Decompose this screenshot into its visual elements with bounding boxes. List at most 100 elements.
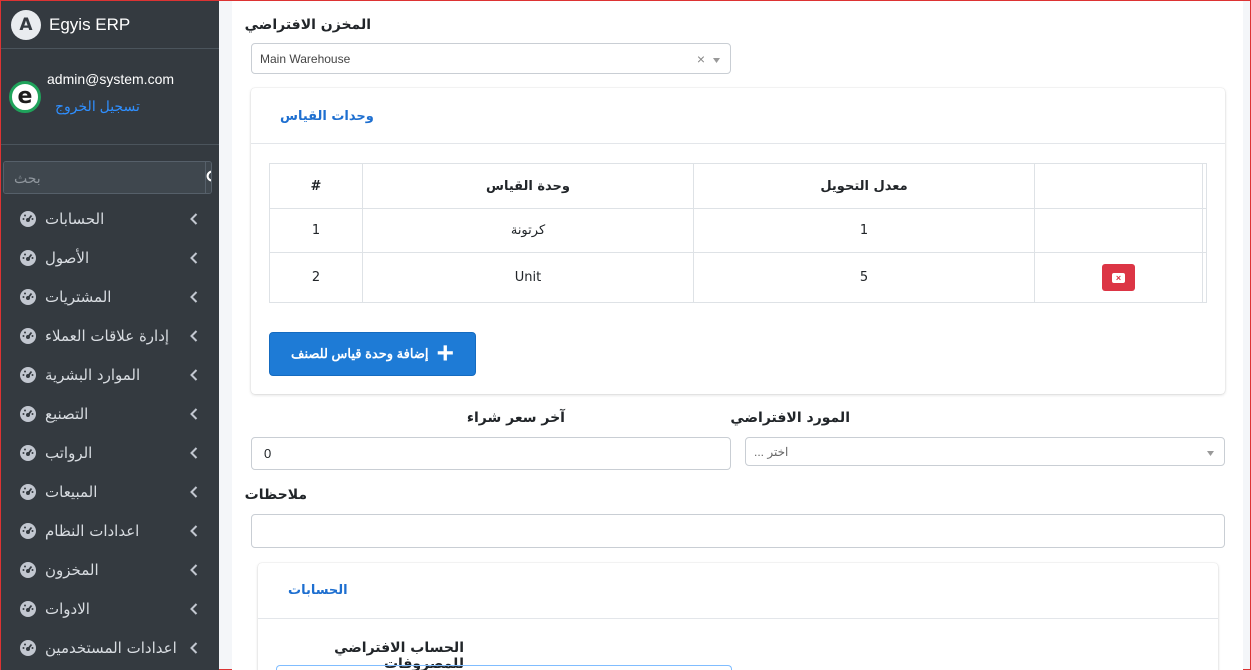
chevron-left-icon	[190, 407, 198, 420]
accounts-card-title[interactable]: الحسابات	[288, 583, 348, 598]
default-expense-account-select[interactable]	[276, 665, 732, 670]
row-spacer	[1202, 208, 1207, 253]
sidebar-item-label: إدارة علاقات العملاء	[45, 326, 170, 345]
logout-link[interactable]: تسجيل الخروج	[55, 98, 140, 115]
chevron-down-icon	[1207, 445, 1214, 459]
dashboard-icon	[20, 366, 36, 383]
sidebar-item-label: المبيعات	[45, 482, 98, 501]
sidebar-item-9[interactable]: المخزون	[1, 550, 219, 589]
table-row: 1 كرتونة 1	[269, 208, 1207, 253]
chevron-left-icon	[190, 602, 198, 615]
default-supplier-select[interactable]: ... اختر	[745, 437, 1225, 466]
row-actions	[1034, 208, 1203, 253]
dashboard-icon	[20, 327, 36, 344]
row-actions: ×	[1034, 252, 1203, 303]
chevron-left-icon	[190, 641, 198, 654]
row-rate: 5	[693, 252, 1035, 303]
search-icon	[206, 170, 211, 182]
dashboard-icon	[20, 405, 36, 422]
sidebar-item-label: اعدادات النظام	[45, 521, 140, 540]
dashboard-icon	[20, 522, 36, 539]
avatar: e	[9, 81, 41, 113]
dashboard-icon	[20, 210, 36, 227]
row-rate: 1	[693, 208, 1035, 253]
default-supplier-placeholder: ... اختر	[754, 444, 789, 459]
row-unit: كرتونة	[362, 208, 694, 253]
chevron-left-icon	[190, 446, 198, 459]
header-actions	[1034, 163, 1203, 209]
units-card-title[interactable]: وحدات القياس	[280, 109, 374, 124]
sidebar-item-label: الادوات	[45, 599, 90, 618]
user-email: admin@system.com	[47, 71, 175, 87]
header-spacer	[1202, 163, 1207, 209]
brand[interactable]: A Egyis ERP	[1, 1, 219, 49]
last-purchase-price-input[interactable]: 0	[251, 437, 731, 470]
delete-row-button[interactable]: ×	[1102, 264, 1135, 291]
brand-logo: A	[11, 9, 41, 40]
main-content: المخزن الافتراضي Main Warehouse × وحدات …	[232, 1, 1243, 670]
sidebar-item-label: الرواتب	[45, 443, 93, 462]
user-panel: e admin@system.com تسجيل الخروج	[1, 49, 219, 145]
dashboard-icon	[20, 288, 36, 305]
add-unit-button[interactable]: إضافة وحدة قياس للصنف +	[269, 332, 476, 376]
sidebar-item-3[interactable]: إدارة علاقات العملاء	[1, 316, 219, 355]
default-warehouse-label: المخزن الافتراضي	[244, 17, 371, 33]
row-index: 1	[269, 208, 363, 253]
header-index: #	[269, 163, 363, 209]
units-card-header: وحدات القياس	[251, 88, 1225, 144]
sidebar-item-8[interactable]: اعدادات النظام	[1, 511, 219, 550]
sidebar-item-label: اعدادات المستخدمين	[45, 638, 177, 657]
notes-label: ملاحظات	[244, 487, 307, 503]
sidebar-item-label: التصنيع	[45, 404, 89, 423]
default-warehouse-value: Main Warehouse	[260, 51, 351, 66]
row-spacer	[1202, 252, 1207, 303]
accounts-card-header: الحسابات	[258, 563, 1218, 619]
chevron-down-icon	[713, 52, 720, 66]
sidebar-item-10[interactable]: الادوات	[1, 589, 219, 628]
sidebar: A Egyis ERP e admin@system.com تسجيل الخ…	[1, 1, 219, 670]
units-table: # وحدة القياس معدل التحويل 1 كرتونة 1 2	[269, 163, 1207, 303]
header-rate: معدل التحويل	[693, 163, 1035, 209]
sidebar-item-2[interactable]: المشتريات	[1, 277, 219, 316]
default-warehouse-select[interactable]: Main Warehouse ×	[251, 43, 731, 74]
sidebar-nav: الحسابات الأصول المشتريات إدارة علاقات العم…	[1, 199, 219, 667]
table-header-row: # وحدة القياس معدل التحويل	[269, 163, 1207, 209]
chevron-left-icon	[190, 251, 198, 264]
plus-icon: +	[436, 337, 454, 370]
sidebar-item-7[interactable]: المبيعات	[1, 472, 219, 511]
dashboard-icon	[20, 600, 36, 617]
sidebar-item-11[interactable]: اعدادات المستخدمين	[1, 628, 219, 667]
header-unit: وحدة القياس	[362, 163, 694, 209]
sidebar-search	[3, 161, 212, 194]
sidebar-item-label: الحسابات	[45, 209, 105, 228]
sidebar-item-6[interactable]: الرواتب	[1, 433, 219, 472]
row-index: 2	[269, 252, 363, 303]
sidebar-item-4[interactable]: الموارد البشرية	[1, 355, 219, 394]
chevron-left-icon	[190, 485, 198, 498]
brand-name: Egyis ERP	[49, 14, 131, 34]
notes-input[interactable]	[251, 514, 1225, 548]
chevron-left-icon	[190, 212, 198, 225]
accounts-card: الحسابات الحساب الافتراضي للمصروفات	[258, 563, 1218, 670]
chevron-left-icon	[190, 290, 198, 303]
dashboard-icon	[20, 561, 36, 578]
chevron-left-icon	[190, 563, 198, 576]
search-button[interactable]	[205, 162, 211, 193]
dashboard-icon	[20, 249, 36, 266]
units-card: وحدات القياس # وحدة القياس معدل التحويل …	[251, 88, 1225, 394]
chevron-left-icon	[190, 524, 198, 537]
close-icon: ×	[1112, 272, 1125, 283]
add-unit-label: إضافة وحدة قياس للصنف	[291, 346, 429, 361]
chevron-left-icon	[190, 329, 198, 342]
sidebar-item-1[interactable]: الأصول	[1, 238, 219, 277]
clear-icon[interactable]: ×	[697, 51, 705, 67]
sidebar-item-label: المخزون	[45, 560, 99, 579]
dashboard-icon	[20, 483, 36, 500]
default-supplier-label: المورد الافتراضي	[730, 410, 850, 426]
sidebar-item-0[interactable]: الحسابات	[1, 199, 219, 238]
table-row: 2 Unit 5 ×	[269, 252, 1207, 303]
search-input[interactable]	[4, 162, 205, 193]
chevron-left-icon	[190, 368, 198, 381]
row-unit: Unit	[362, 252, 694, 303]
sidebar-item-5[interactable]: التصنيع	[1, 394, 219, 433]
